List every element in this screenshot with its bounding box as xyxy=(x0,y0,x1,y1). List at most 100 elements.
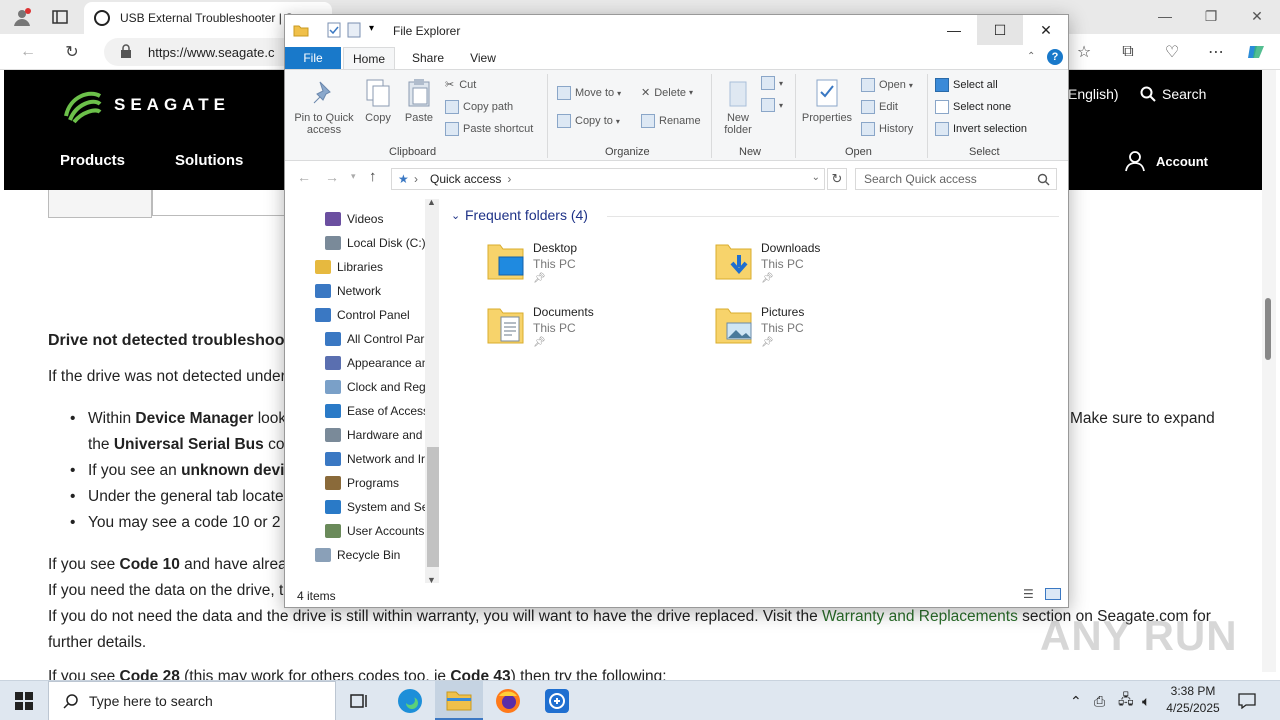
folder-tile-downloads[interactable]: Downloads This PC 📌︎ xyxy=(715,241,915,301)
edge-browser-icon[interactable] xyxy=(386,681,434,720)
address-bar[interactable]: ★ › Quick access › ⌄ xyxy=(391,168,825,190)
scroll-up-icon[interactable]: ▲ xyxy=(427,197,436,207)
details-view-icon[interactable]: ☰ xyxy=(1023,587,1034,601)
breadcrumb-chevron-icon[interactable]: › xyxy=(507,172,511,186)
start-button[interactable] xyxy=(0,681,48,720)
device-icon[interactable]: ⎙ xyxy=(1094,681,1105,720)
nav-item[interactable]: Local Disk (C:) xyxy=(325,233,426,253)
scroll-down-icon[interactable]: ▼ xyxy=(427,575,436,585)
network-icon[interactable]: 🖧︎ xyxy=(1118,681,1134,720)
tab-view[interactable]: View xyxy=(461,47,505,69)
url-field[interactable]: https://www.seagate.c xyxy=(104,38,304,66)
nav-item[interactable]: Control Panel xyxy=(315,305,410,325)
browser-restore-button[interactable]: ❐ xyxy=(1188,5,1234,27)
show-hidden-icons[interactable]: ⌃ xyxy=(1070,681,1082,720)
nav-item[interactable]: Appearance an xyxy=(325,353,428,373)
profile-icon[interactable] xyxy=(12,7,32,27)
nav-item[interactable]: Hardware and xyxy=(325,425,422,445)
collapse-ribbon-icon[interactable]: ⌃ xyxy=(1027,51,1035,62)
customize-toolbar-icon[interactable]: ▾ xyxy=(369,23,374,34)
forward-arrow-icon[interactable]: → xyxy=(325,169,339,185)
warranty-link[interactable]: Warranty and Replacements xyxy=(822,608,1018,625)
copy-to-button[interactable]: Copy to ▾ xyxy=(557,114,620,128)
browser-close-button[interactable]: ✕ xyxy=(1234,5,1280,27)
explorer-minimize-button[interactable]: — xyxy=(931,15,977,45)
copy-button[interactable]: Copy xyxy=(361,78,395,124)
collections-icon[interactable]: ⧉ xyxy=(1118,42,1138,62)
nav-item[interactable]: Programs xyxy=(325,473,399,493)
app-icon[interactable] xyxy=(533,681,581,720)
clock[interactable]: 3:38 PM 4/25/2025 xyxy=(1160,683,1226,717)
favorites-icon[interactable]: ☆ xyxy=(1074,42,1094,62)
nav-item[interactable]: System and Se xyxy=(325,497,428,517)
new-item-button[interactable]: ▾ xyxy=(761,76,783,90)
nav-item[interactable]: Ease of Access xyxy=(325,401,429,421)
section-header-frequent-folders[interactable]: Frequent folders (4) xyxy=(465,207,588,223)
nav-item[interactable]: Libraries xyxy=(315,257,383,277)
large-icons-view-icon[interactable] xyxy=(1045,588,1061,600)
nav-item[interactable]: All Control Par xyxy=(325,329,424,349)
seagate-logo[interactable]: SEAGATE xyxy=(60,86,230,124)
menu-solutions[interactable]: Solutions xyxy=(175,152,243,169)
properties-button[interactable]: Properties xyxy=(799,78,855,124)
edit-button[interactable]: Edit xyxy=(861,100,898,114)
delete-button[interactable]: ✕ Delete ▾ xyxy=(641,86,693,100)
nav-item[interactable]: Clock and Regi xyxy=(325,377,428,397)
nav-item[interactable]: Videos xyxy=(325,209,383,229)
invert-selection-button[interactable]: Invert selection xyxy=(935,122,1027,136)
select-all-button[interactable]: Select all xyxy=(935,78,998,92)
easy-access-button[interactable]: ▾ xyxy=(761,98,783,112)
refresh-button[interactable]: ↻ xyxy=(827,168,847,190)
nav-item[interactable]: Network and Ir xyxy=(325,449,425,469)
recent-locations-icon[interactable]: ▾ xyxy=(351,171,356,182)
tab-actions-icon[interactable] xyxy=(50,7,70,27)
firefox-icon[interactable] xyxy=(484,681,532,720)
site-search[interactable]: Search xyxy=(1140,86,1206,102)
open-button[interactable]: Open ▾ xyxy=(861,78,913,92)
browser-essentials-icon[interactable]: ♡ xyxy=(1162,42,1182,62)
tab-file[interactable]: File xyxy=(285,47,341,69)
volume-icon[interactable]: 🔈︎ xyxy=(1142,681,1150,720)
taskbar-search-box[interactable]: Type here to search xyxy=(48,681,336,720)
back-icon[interactable]: ← xyxy=(18,42,38,62)
page-scrollbar[interactable] xyxy=(1262,70,1276,672)
nav-item[interactable]: Recycle Bin xyxy=(315,545,400,565)
address-dropdown-icon[interactable]: ⌄ xyxy=(812,172,820,183)
copy-path-button[interactable]: Copy path xyxy=(445,100,513,114)
notifications-icon[interactable] xyxy=(1238,681,1256,720)
select-none-button[interactable]: Select none xyxy=(935,100,1011,114)
cut-button[interactable]: ✂ Cut xyxy=(445,78,476,92)
up-arrow-icon[interactable]: ↑ xyxy=(369,168,377,185)
folder-tile-pictures[interactable]: Pictures This PC 📌︎ xyxy=(715,305,915,365)
tab-home[interactable]: Home xyxy=(343,47,395,69)
more-menu-icon[interactable]: ⋯ xyxy=(1206,42,1226,62)
refresh-icon[interactable]: ↻ xyxy=(62,42,82,62)
language-selector[interactable]: English) xyxy=(1068,86,1119,102)
breadcrumb[interactable]: Quick access xyxy=(430,172,501,186)
navpane-scroll-thumb[interactable] xyxy=(427,447,439,567)
nav-item[interactable]: User Accounts xyxy=(325,521,424,541)
browser-minimize-button[interactable]: — xyxy=(1142,5,1188,27)
explorer-maximize-button[interactable]: ☐ xyxy=(977,15,1023,45)
explorer-close-button[interactable]: ✕ xyxy=(1023,15,1069,45)
breadcrumb-chevron-icon[interactable]: › xyxy=(414,172,418,186)
collapse-section-icon[interactable]: ⌄ xyxy=(451,209,460,222)
paste-shortcut-button[interactable]: Paste shortcut xyxy=(445,122,533,136)
folder-tile-desktop[interactable]: Desktop This PC 📌︎ xyxy=(487,241,687,301)
nav-item[interactable]: Network xyxy=(315,281,381,301)
quick-properties-icon[interactable] xyxy=(327,22,341,41)
back-arrow-icon[interactable]: ← xyxy=(297,169,311,185)
account-link[interactable]: Account xyxy=(1124,150,1208,172)
folder-tile-documents[interactable]: Documents This PC 📌︎ xyxy=(487,305,687,365)
page-scroll-thumb[interactable] xyxy=(1265,298,1271,360)
move-to-button[interactable]: Move to ▾ xyxy=(557,86,621,100)
file-explorer-taskbar-icon[interactable] xyxy=(435,681,483,720)
history-button[interactable]: History xyxy=(861,122,913,136)
help-icon[interactable]: ? xyxy=(1047,49,1063,65)
new-folder-quick-icon[interactable] xyxy=(347,22,361,41)
pin-quick-access-button[interactable]: Pin to Quick access xyxy=(291,78,357,136)
tab-share[interactable]: Share xyxy=(405,47,451,69)
explorer-search-input[interactable]: Search Quick access xyxy=(855,168,1057,190)
rename-button[interactable]: Rename xyxy=(641,114,701,128)
new-folder-button[interactable]: New folder xyxy=(719,78,757,136)
